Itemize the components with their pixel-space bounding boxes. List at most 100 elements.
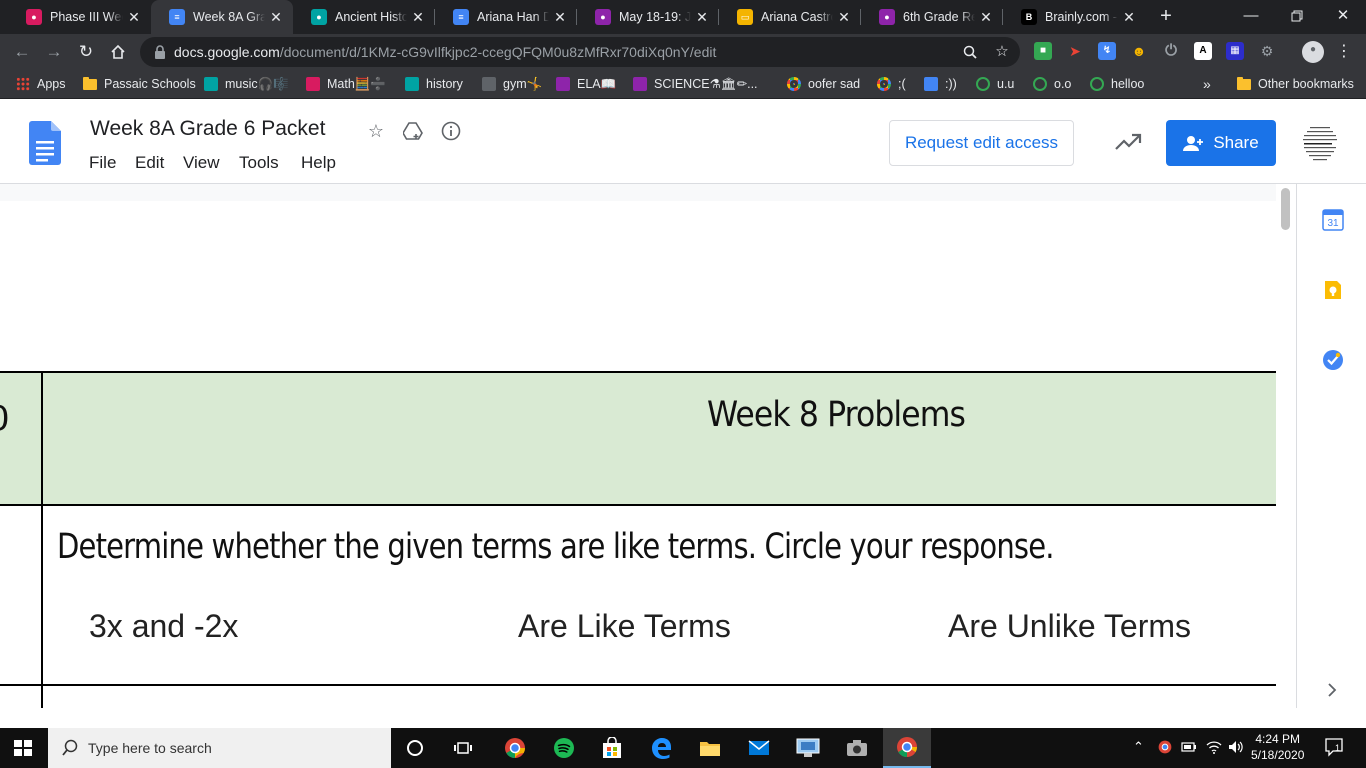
extension-classroom-icon[interactable]: ■ (1034, 42, 1052, 60)
forward-button[interactable]: → (40, 38, 68, 66)
volume-icon[interactable] (1228, 740, 1244, 757)
close-tab-icon[interactable]: ✕ (975, 9, 997, 26)
mail-icon[interactable] (735, 728, 783, 768)
browser-tab[interactable]: ● Ancient Histor ✕ (293, 0, 435, 34)
request-edit-access-button[interactable]: Request edit access (889, 120, 1074, 166)
windows-start-icon[interactable] (14, 740, 32, 756)
taskbar-search-placeholder: Type here to search (88, 740, 212, 756)
close-tab-icon[interactable]: ✕ (833, 9, 855, 26)
browser-tab[interactable]: ● May 18-19: Jo ✕ (577, 0, 719, 34)
bookmark-star-icon[interactable]: ☆ (992, 42, 1012, 62)
wifi-icon[interactable] (1206, 740, 1222, 757)
camera-icon[interactable] (833, 728, 881, 768)
user-avatar[interactable] (1298, 121, 1342, 165)
browser-tab[interactable]: ● Phase III Week✕ (8, 0, 151, 34)
taskbar-search-box[interactable]: Type here to search (48, 728, 391, 768)
keep-icon[interactable] (1322, 279, 1344, 301)
extension-arrow-icon[interactable]: ➤ (1066, 42, 1084, 60)
reload-button[interactable]: ↻ (72, 38, 100, 66)
bookmark-item[interactable]: oofer sad (787, 75, 860, 93)
browser-tab[interactable]: ● 6th Grade Reil✕ (861, 0, 1003, 34)
remote-desktop-icon[interactable] (784, 728, 832, 768)
bookmark-item[interactable]: Math🧮➗ (306, 75, 386, 93)
task-view-icon[interactable] (439, 728, 487, 768)
extension-power-icon[interactable]: ⏻ (1162, 42, 1180, 60)
apps-bookmark[interactable]: Apps (16, 75, 66, 93)
chrome-menu-icon[interactable]: ⋮ (1334, 42, 1354, 62)
document-page[interactable]: 0 Week 8 Problems Determine whether the … (0, 201, 1276, 708)
document-title[interactable]: Week 8A Grade 6 Packet (90, 117, 325, 141)
document-canvas[interactable]: 0 Week 8 Problems Determine whether the … (0, 184, 1296, 708)
bookmark-item[interactable]: o.o (1033, 75, 1071, 93)
address-bar[interactable]: docs.google.com/document/d/1KMz-cG9vIlfk… (140, 37, 1020, 67)
extension-a-icon[interactable]: A (1194, 42, 1212, 60)
chrome-taskbar-icon[interactable] (491, 728, 539, 768)
back-button[interactable]: ← (8, 38, 36, 66)
spotify-icon[interactable] (540, 728, 588, 768)
restore-button[interactable] (1274, 0, 1320, 32)
bookmark-item[interactable]: ;( (877, 75, 906, 93)
info-icon[interactable] (439, 119, 463, 143)
bookmarks-overflow-button[interactable]: » (1203, 75, 1211, 93)
extension-grid-icon[interactable]: ▦ (1226, 42, 1244, 60)
zoom-icon[interactable] (960, 42, 980, 62)
bookmark-item[interactable]: :)) (924, 75, 957, 93)
close-tab-icon[interactable]: ✕ (1118, 9, 1140, 26)
calendar-icon[interactable]: 31 (1322, 209, 1344, 231)
docs-header: Week 8A Grade 6 Packet ☆ File Edit View … (0, 99, 1366, 184)
profile-avatar-icon[interactable]: ● (1302, 41, 1324, 63)
edge-icon[interactable] (637, 728, 685, 768)
browser-tab[interactable]: ≡ Week 8A Grade✕ (151, 0, 293, 34)
menu-view[interactable]: View (183, 153, 220, 173)
minimize-button[interactable]: — (1228, 0, 1274, 32)
notifications-icon[interactable]: 1 (1324, 737, 1344, 760)
bookmark-item[interactable]: helloo (1090, 75, 1144, 93)
close-window-button[interactable]: ✕ (1320, 0, 1366, 32)
vertical-scrollbar-thumb[interactable] (1281, 188, 1290, 230)
extension-person-icon[interactable]: ☻ (1130, 42, 1148, 60)
close-tab-icon[interactable]: ✕ (265, 9, 287, 26)
bookmark-item[interactable]: u.u (976, 75, 1014, 93)
vertical-scrollbar[interactable] (1276, 184, 1296, 708)
menu-file[interactable]: File (89, 153, 116, 173)
circle-bookmark-icon (976, 77, 990, 91)
close-tab-icon[interactable]: ✕ (407, 9, 429, 26)
option-like-terms[interactable]: Are Like Terms (518, 608, 731, 645)
bookmark-folder[interactable]: Passaic Schools (83, 75, 196, 93)
extension-puzzle-icon[interactable]: ⚙ (1258, 42, 1276, 60)
new-tab-button[interactable]: + (1154, 5, 1178, 29)
bookmark-item[interactable]: music🎧🎼 (204, 75, 289, 93)
bookmark-item[interactable]: history (405, 75, 463, 93)
share-button[interactable]: Share (1166, 120, 1276, 166)
bookmark-item[interactable]: ELA📖 (556, 75, 616, 93)
add-to-drive-icon[interactable] (401, 119, 425, 143)
close-tab-icon[interactable]: ✕ (549, 9, 571, 26)
show-hidden-icons-icon[interactable]: ⌃ (1133, 739, 1144, 755)
bookmark-item[interactable]: SCIENCE⚗🏛✏... (633, 75, 758, 93)
bookmark-item[interactable]: gym🤸 (482, 75, 542, 93)
chrome-active-window-icon[interactable] (883, 728, 931, 768)
option-unlike-terms[interactable]: Are Unlike Terms (948, 608, 1191, 645)
chrome-tray-icon[interactable] (1158, 740, 1172, 757)
cortana-icon[interactable] (391, 728, 439, 768)
chevron-right-icon[interactable] (1325, 683, 1339, 697)
tasks-icon[interactable] (1322, 349, 1344, 371)
activity-dashboard-icon[interactable] (1114, 131, 1142, 153)
close-tab-icon[interactable]: ✕ (691, 9, 713, 26)
other-bookmarks-folder[interactable]: Other bookmarks (1237, 75, 1354, 93)
microsoft-store-icon[interactable] (588, 728, 636, 768)
star-icon[interactable]: ☆ (364, 119, 388, 143)
browser-tab[interactable]: B Brainly.com - F✕ (1003, 0, 1146, 34)
menu-edit[interactable]: Edit (135, 153, 164, 173)
menu-help[interactable]: Help (301, 153, 336, 173)
browser-tab[interactable]: ≡ Ariana Han Dy✕ (435, 0, 577, 34)
docs-logo-icon[interactable] (29, 121, 61, 165)
extension-blue-icon[interactable]: ↯ (1098, 42, 1116, 60)
close-tab-icon[interactable]: ✕ (123, 9, 145, 26)
taskbar-clock[interactable]: 4:24 PM 5/18/2020 (1251, 731, 1304, 763)
battery-icon[interactable] (1181, 741, 1197, 756)
menu-tools[interactable]: Tools (239, 153, 279, 173)
file-explorer-icon[interactable] (686, 728, 734, 768)
home-button[interactable] (104, 38, 132, 66)
browser-tab[interactable]: ▭ Ariana Castro ✕ (719, 0, 861, 34)
